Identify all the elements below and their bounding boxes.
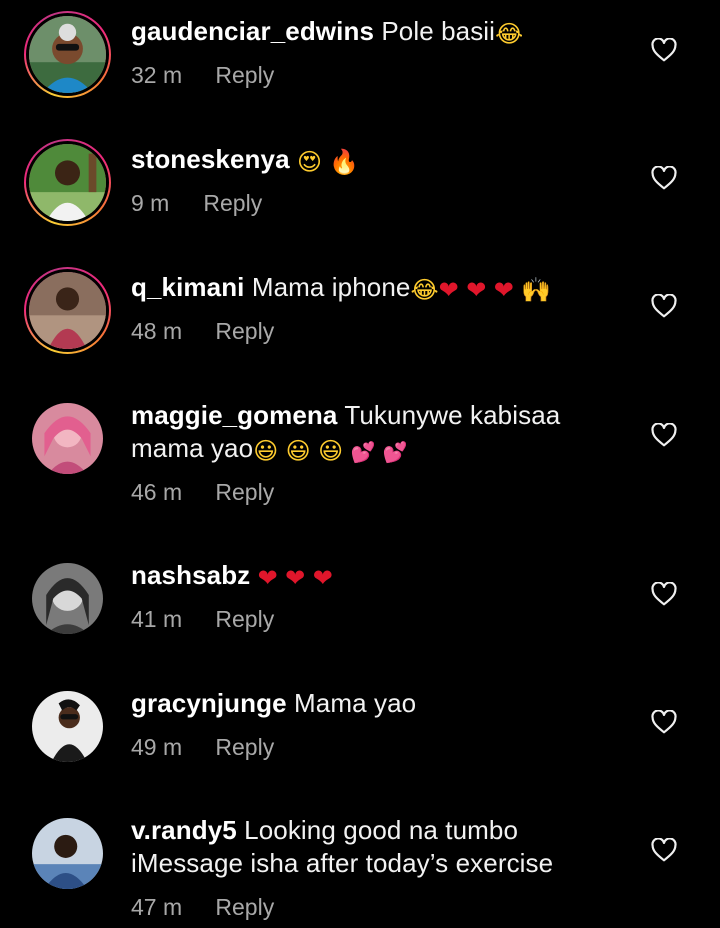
comment-text: gaudenciar_edwins Pole basii😂	[131, 15, 601, 48]
comment-username[interactable]: stoneskenya	[131, 144, 290, 174]
comment-timestamp: 47 m	[131, 894, 183, 920]
heart-outline-icon[interactable]	[651, 166, 677, 190]
comment-timestamp: 32 m	[131, 62, 183, 88]
comment-username[interactable]: nashsabz	[131, 560, 250, 590]
comment-message: Pole basii	[381, 16, 496, 46]
comment-meta: 48 m Reply	[131, 318, 274, 345]
comment-username[interactable]: gaudenciar_edwins	[131, 16, 374, 46]
red-heart-emoji-icon: ❤	[257, 564, 278, 592]
avatar-story-ring[interactable]	[24, 139, 111, 226]
comment-meta: 46 m Reply	[131, 479, 274, 506]
avatar[interactable]	[29, 16, 106, 93]
raising-hands-emoji-icon: 🙌	[521, 276, 552, 304]
comment-username[interactable]: v.randy5	[131, 815, 237, 845]
avatar-wrapper[interactable]	[24, 555, 111, 642]
grinning-face-emoji-icon: 😃	[318, 437, 344, 465]
grinning-face-emoji-icon: 😃	[285, 437, 311, 465]
avatar-wrapper[interactable]	[24, 395, 111, 482]
avatar[interactable]	[29, 144, 106, 221]
heart-outline-icon[interactable]	[651, 838, 677, 862]
grinning-face-emoji-icon: 😃	[253, 437, 279, 465]
comment-username[interactable]: gracynjunge	[131, 688, 287, 718]
comment-meta: 32 m Reply	[131, 62, 274, 89]
avatar-story-ring[interactable]	[24, 11, 111, 98]
comment-message: Mama yao	[294, 688, 417, 718]
avatar-story-ring[interactable]	[24, 267, 111, 354]
avatar[interactable]	[32, 818, 103, 889]
heart-eyes-emoji-icon: 😍	[296, 148, 323, 176]
avatar[interactable]	[29, 272, 106, 349]
reply-button[interactable]: Reply	[215, 479, 274, 506]
reply-button[interactable]: Reply	[215, 894, 274, 921]
comment-meta: 47 m Reply	[131, 894, 274, 921]
red-heart-emoji-icon: ❤	[466, 276, 487, 304]
comment-text: maggie_gomena Tukunywe kabisaa mama yao😃…	[131, 399, 601, 465]
avatar-wrapper[interactable]	[24, 683, 111, 770]
red-heart-emoji-icon: ❤	[438, 276, 459, 304]
red-heart-emoji-icon: ❤	[312, 564, 333, 592]
comment-timestamp: 9 m	[131, 190, 170, 216]
reply-button[interactable]: Reply	[203, 190, 262, 217]
comment-username[interactable]: q_kimani	[131, 272, 245, 302]
avatar[interactable]	[32, 563, 103, 634]
reply-button[interactable]: Reply	[215, 318, 274, 345]
comment-timestamp: 41 m	[131, 606, 183, 632]
comment-text: gracynjunge Mama yao	[131, 687, 601, 720]
two-hearts-emoji-icon: 💕	[350, 440, 376, 464]
tears-of-joy-emoji-icon: 😂	[410, 276, 439, 304]
comment-text: stoneskenya 😍 🔥	[131, 143, 601, 176]
comment-meta: 49 m Reply	[131, 734, 274, 761]
tears-of-joy-emoji-icon: 😂	[495, 20, 524, 48]
comment-meta: 9 m Reply	[131, 190, 262, 217]
heart-outline-icon[interactable]	[651, 294, 677, 318]
heart-outline-icon[interactable]	[651, 423, 677, 447]
avatar[interactable]	[32, 691, 103, 762]
reply-button[interactable]: Reply	[215, 62, 274, 89]
comment-meta: 41 m Reply	[131, 606, 274, 633]
avatar-wrapper[interactable]	[24, 810, 111, 897]
heart-outline-icon[interactable]	[651, 582, 677, 606]
reply-button[interactable]: Reply	[215, 734, 274, 761]
red-heart-emoji-icon: ❤	[285, 564, 306, 592]
fire-emoji-icon: 🔥	[329, 148, 360, 176]
comment-timestamp: 48 m	[131, 318, 183, 344]
avatar[interactable]	[32, 403, 103, 474]
red-heart-emoji-icon: ❤	[493, 276, 514, 304]
comment-timestamp: 46 m	[131, 479, 183, 505]
comment-message: Mama iphone	[251, 272, 411, 302]
comment-text: nashsabz ❤ ❤ ❤	[131, 559, 601, 592]
heart-outline-icon[interactable]	[651, 38, 677, 62]
comment-username[interactable]: maggie_gomena	[131, 400, 337, 430]
comment-timestamp: 49 m	[131, 734, 183, 760]
reply-button[interactable]: Reply	[215, 606, 274, 633]
comment-text: q_kimani Mama iphone😂❤ ❤ ❤ 🙌	[131, 271, 601, 304]
two-hearts-emoji-icon: 💕	[382, 440, 408, 464]
heart-outline-icon[interactable]	[651, 710, 677, 734]
comment-text: v.randy5 Looking good na tumbo iMessage …	[131, 814, 601, 880]
